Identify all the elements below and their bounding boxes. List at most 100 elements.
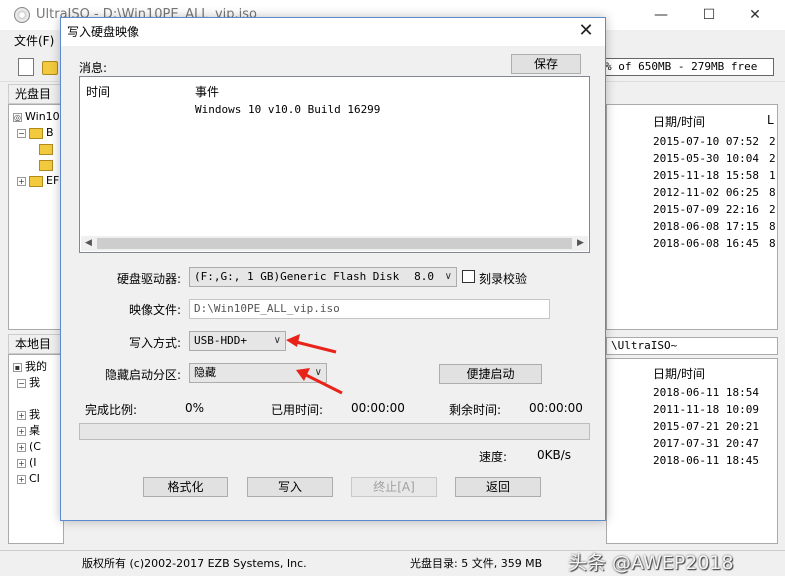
remaining-value: 00:00:00 xyxy=(529,401,583,415)
chevron-down-icon: ∨ xyxy=(444,271,452,282)
completion-value: 0% xyxy=(185,401,205,415)
cd-directory-header: 光盘目 xyxy=(8,84,64,104)
verify-label: 刻录校验 xyxy=(479,272,528,286)
column-header-date[interactable]: 日期/时间 xyxy=(653,365,705,382)
folder-icon xyxy=(39,143,53,155)
messages-label: 消息: xyxy=(79,61,108,75)
expand-icon[interactable]: + xyxy=(17,474,26,484)
menu-file[interactable]: 文件(F) xyxy=(14,32,54,49)
column-header-extra[interactable]: L xyxy=(767,113,774,127)
tree-item-sub1[interactable] xyxy=(39,141,56,157)
drive-version: 8.0 xyxy=(414,270,434,283)
tree-item-local-3[interactable]: + 桌 xyxy=(17,423,40,439)
iso-date-cell: 2018-06-08 17:15 xyxy=(653,220,759,233)
elapsed-label: 已用时间: xyxy=(271,403,324,417)
annotation-arrow-icon xyxy=(296,368,343,395)
tree-item-local-6[interactable]: + CI xyxy=(17,471,40,487)
tree-item-boot[interactable]: − B xyxy=(17,125,54,141)
collapse-icon[interactable]: − xyxy=(17,128,26,138)
dialog-titlebar: 写入硬盘映像 ✕ xyxy=(61,18,605,46)
tree-item-local-1[interactable]: − 我 xyxy=(17,375,40,391)
image-file-label: 映像文件: xyxy=(129,303,182,317)
close-window-icon[interactable]: ✕ xyxy=(740,4,770,26)
drive-select[interactable]: (F:,G:, 1 GB)Generic Flash Disk 8.0 ∨ xyxy=(189,267,457,287)
status-cd-summary: 光盘目录: 5 文件, 359 MB xyxy=(410,557,543,570)
local-date-cell: 2017-07-31 20:47 xyxy=(653,437,759,450)
folder-icon xyxy=(39,159,53,171)
tree-item-efi[interactable]: + EF xyxy=(17,173,59,189)
horizontal-scrollbar[interactable]: ◀ ▶ xyxy=(81,236,588,251)
dialog-title: 写入硬盘映像 xyxy=(67,25,140,39)
expand-icon[interactable]: + xyxy=(17,426,26,436)
new-document-icon[interactable] xyxy=(18,58,34,76)
column-header-date[interactable]: 日期/时间 xyxy=(653,113,705,130)
image-file-field[interactable]: D:\Win10PE_ALL_vip.iso xyxy=(189,299,550,319)
iso-date-cell: 2015-11-18 15:58 xyxy=(653,169,759,182)
local-directory-tree[interactable]: ▪ 我的 − 我 + 我 + 桌 + (C + (I + CI xyxy=(8,354,64,544)
quick-boot-button[interactable]: 便捷启动 xyxy=(439,364,542,384)
save-button[interactable]: 保存 xyxy=(511,54,581,74)
expand-icon[interactable]: + xyxy=(17,442,26,452)
expand-icon[interactable]: + xyxy=(17,410,26,420)
iso-extra-cell: 8 xyxy=(769,220,776,233)
iso-extra-cell: 2 xyxy=(769,203,776,216)
tree-item-my-computer[interactable]: ▪ 我的 xyxy=(13,359,47,375)
drive-label: 硬盘驱动器: xyxy=(117,272,182,286)
iso-file-list[interactable]: 日期/时间 L 2015-07-10 07:52 2015-05-30 10:0… xyxy=(606,104,778,330)
iso-date-cell: 2012-11-02 06:25 xyxy=(653,186,759,199)
iso-extra-cell: 8 xyxy=(769,186,776,199)
iso-extra-cell: 8 xyxy=(769,237,776,250)
collapse-icon[interactable]: − xyxy=(17,378,26,388)
iso-extra-cell: 1 xyxy=(769,169,776,182)
iso-extra-cell: 2 xyxy=(769,135,776,148)
log-entry-event: Windows 10 v10.0 Build 16299 xyxy=(195,103,381,116)
write-button[interactable]: 写入 xyxy=(247,477,333,497)
local-date-cell: 2011-11-18 10:09 xyxy=(653,403,759,416)
disc-capacity-display: % of 650MB - 279MB free xyxy=(598,58,774,76)
expand-icon[interactable]: + xyxy=(17,176,26,186)
tree-item-root[interactable]: ◎ Win10 xyxy=(13,109,60,125)
computer-icon: ▪ xyxy=(13,362,22,372)
iso-date-cell: 2015-05-30 10:04 xyxy=(653,152,759,165)
tree-item-sub2[interactable] xyxy=(39,157,56,173)
write-mode-select[interactable]: USB-HDD+ ∨ xyxy=(189,331,286,351)
minimize-icon[interactable]: — xyxy=(646,4,676,26)
iso-extra-cell: 2 xyxy=(769,152,776,165)
log-column-event: 事件 xyxy=(195,85,220,99)
close-icon[interactable]: ✕ xyxy=(575,20,597,41)
folder-icon xyxy=(29,127,43,139)
write-mode-label: 写入方式: xyxy=(129,336,182,350)
message-log[interactable]: 时间 事件 Windows 10 v10.0 Build 16299 ◀ ▶ xyxy=(79,76,590,253)
local-date-cell: 2015-07-21 20:21 xyxy=(653,420,759,433)
cd-directory-tree[interactable]: ◎ Win10 − B + EF xyxy=(8,104,64,330)
scroll-right-icon[interactable]: ▶ xyxy=(573,236,588,251)
expand-icon[interactable]: + xyxy=(17,458,26,468)
tree-item-local-4[interactable]: + (C xyxy=(17,439,41,455)
write-progress-bar xyxy=(79,423,590,440)
elapsed-value: 00:00:00 xyxy=(351,401,405,415)
scrollbar-thumb[interactable] xyxy=(97,238,572,249)
maximize-icon[interactable]: ☐ xyxy=(694,4,724,26)
stop-button[interactable]: 终止[A] xyxy=(351,477,437,497)
log-column-time: 时间 xyxy=(86,85,111,99)
iso-date-cell: 2015-07-10 07:52 xyxy=(653,135,759,148)
folder-icon xyxy=(29,175,43,187)
speed-label: 速度: xyxy=(479,450,508,464)
scroll-left-icon[interactable]: ◀ xyxy=(81,236,96,251)
status-copyright: 版权所有 (c)2002-2017 EZB Systems, Inc. xyxy=(82,557,307,570)
remaining-label: 剩余时间: xyxy=(449,403,502,417)
back-button[interactable]: 返回 xyxy=(455,477,541,497)
watermark: 头条 @AWEP2018 xyxy=(568,552,734,574)
disc-icon: ◎ xyxy=(13,112,22,122)
speed-value: 0KB/s xyxy=(537,448,572,462)
open-folder-icon[interactable] xyxy=(42,61,58,75)
local-file-list[interactable]: 日期/时间 2018-06-11 18:54 2011-11-18 10:09 … xyxy=(606,358,778,544)
completion-label: 完成比例: xyxy=(85,403,138,417)
verify-checkbox[interactable] xyxy=(462,270,475,283)
hidden-partition-label: 隐藏启动分区: xyxy=(105,368,182,382)
tree-item-local-5[interactable]: + (I xyxy=(17,455,37,471)
local-path-box[interactable]: \UltraISO~ xyxy=(606,337,778,355)
format-button[interactable]: 格式化 xyxy=(143,477,228,497)
local-directory-header: 本地目 xyxy=(8,334,64,354)
tree-item-local-2[interactable]: + 我 xyxy=(17,407,40,423)
